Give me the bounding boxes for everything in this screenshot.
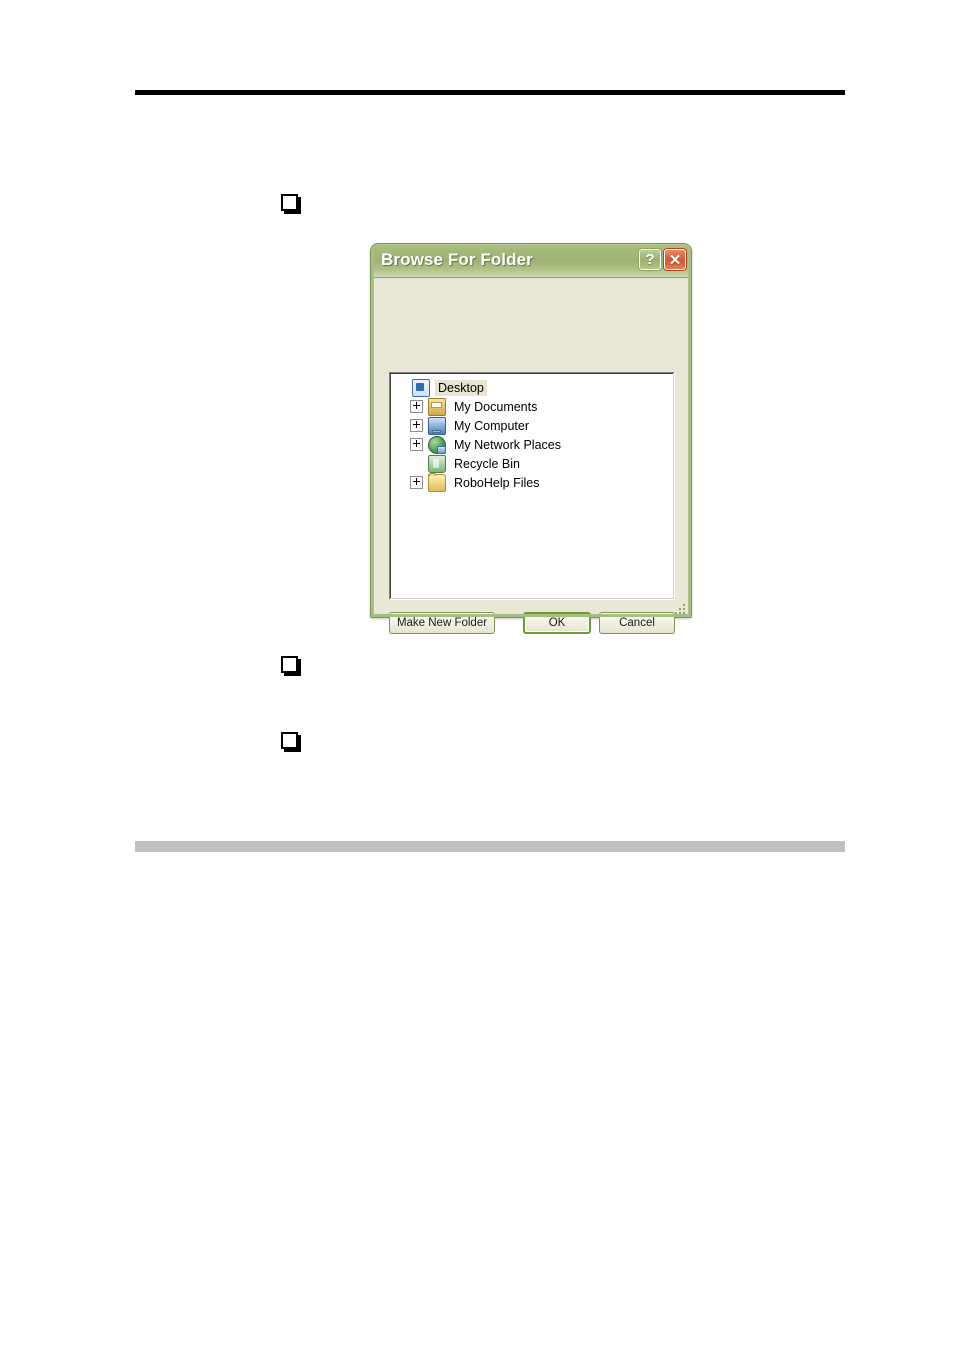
tree-item-label: RoboHelp Files <box>454 475 540 490</box>
tree-item-label: My Network Places <box>454 437 561 452</box>
tree-item-my-documents[interactable]: My Documents <box>390 397 674 416</box>
network-icon <box>428 435 446 454</box>
browse-for-folder-dialog: Browse For Folder ? ✕ Desktop My Documen… <box>370 243 692 634</box>
tree-item-label: My Computer <box>454 418 530 433</box>
tree-item-desktop[interactable]: Desktop <box>390 378 674 397</box>
ok-button[interactable]: OK <box>523 612 591 634</box>
tree-item-robohelp-files[interactable]: RoboHelp Files <box>390 472 674 492</box>
help-icon[interactable]: ? <box>638 248 662 271</box>
close-icon[interactable]: ✕ <box>663 248 687 271</box>
footer-rule <box>135 841 845 852</box>
tree-item-label: Recycle Bin <box>454 456 520 471</box>
titlebar-button-group: ? ✕ <box>638 248 687 271</box>
dialog-prompt-text <box>375 282 687 334</box>
desktop-icon <box>412 378 430 397</box>
folder-tree-panel[interactable]: Desktop My Documents My Computer My Netw… <box>389 372 675 600</box>
tree-item-my-network-places[interactable]: My Network Places <box>390 435 674 454</box>
documents-folder-icon <box>428 397 446 416</box>
cancel-button[interactable]: Cancel <box>599 612 675 634</box>
square-bullet-marker <box>281 656 298 673</box>
recycle-bin-icon <box>428 454 446 473</box>
tree-item-my-computer[interactable]: My Computer <box>390 416 674 435</box>
square-bullet-marker <box>281 732 298 749</box>
resize-grip[interactable] <box>673 602 685 614</box>
folder-tree-list: Desktop My Documents My Computer My Netw… <box>390 373 674 492</box>
tree-item-label: Desktop <box>435 379 487 396</box>
folder-icon <box>428 472 446 492</box>
dialog-titlebar[interactable]: Browse For Folder ? ✕ <box>371 244 691 278</box>
tree-item-recycle-bin[interactable]: Recycle Bin <box>390 454 674 473</box>
square-bullet-marker <box>281 194 298 211</box>
make-new-folder-button[interactable]: Make New Folder <box>389 612 495 634</box>
expand-icon[interactable] <box>410 476 423 489</box>
header-rule <box>135 90 845 95</box>
expand-icon[interactable] <box>410 438 423 451</box>
dialog-title: Browse For Folder <box>381 250 533 269</box>
dialog-body: Desktop My Documents My Computer My Netw… <box>371 278 691 634</box>
expand-icon[interactable] <box>410 419 423 432</box>
computer-icon <box>428 416 446 435</box>
dialog-button-row: Make New Folder OK Cancel <box>371 612 691 640</box>
expand-icon[interactable] <box>410 400 423 413</box>
tree-item-label: My Documents <box>454 399 538 414</box>
